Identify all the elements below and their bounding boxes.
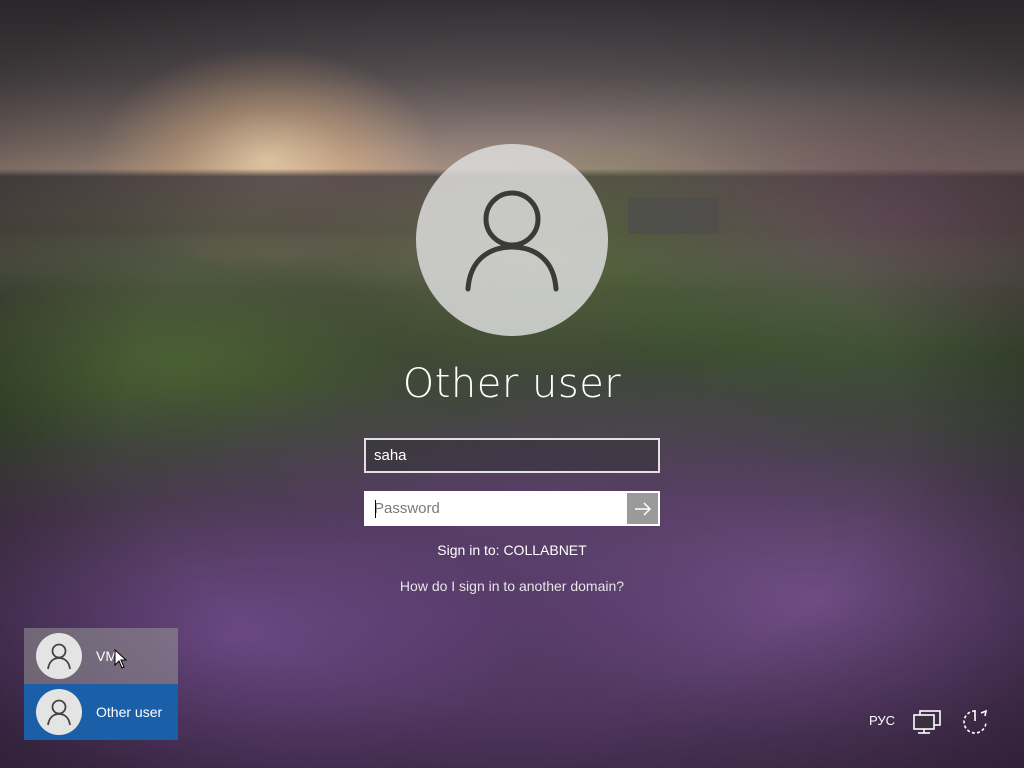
user-icon: [465, 190, 559, 292]
sign-in-domain-text: Sign in to: COLLABNET: [437, 542, 587, 558]
arrow-right-icon: [634, 501, 651, 516]
user-switcher: VM Other user: [24, 628, 178, 740]
user-avatar: [416, 144, 608, 336]
lock-screen: Other user saha Sign in to: COLLABNET Ho…: [0, 0, 1024, 768]
password-field[interactable]: [366, 493, 627, 524]
text-caret: [375, 500, 376, 518]
account-name-heading: Other user: [402, 361, 622, 407]
mouse-cursor-icon: [114, 649, 128, 669]
network-icon: [913, 710, 941, 734]
ease-of-access-button[interactable]: [958, 707, 992, 737]
user-tile-vm[interactable]: VM: [24, 628, 178, 684]
user-icon: [47, 643, 71, 670]
input-language-indicator[interactable]: РУС: [862, 713, 902, 733]
submit-button[interactable]: [627, 493, 658, 524]
power-icon: [963, 709, 988, 734]
avatar: [36, 633, 82, 679]
avatar: [36, 689, 82, 735]
user-tile-label: Other user: [96, 704, 163, 720]
other-domain-help-link[interactable]: How do I sign in to another domain?: [312, 578, 712, 598]
user-tile-other-user[interactable]: Other user: [24, 684, 178, 740]
network-button[interactable]: [910, 707, 944, 737]
username-field[interactable]: saha: [364, 438, 660, 473]
user-icon: [47, 699, 71, 726]
password-field-container: [364, 491, 660, 526]
